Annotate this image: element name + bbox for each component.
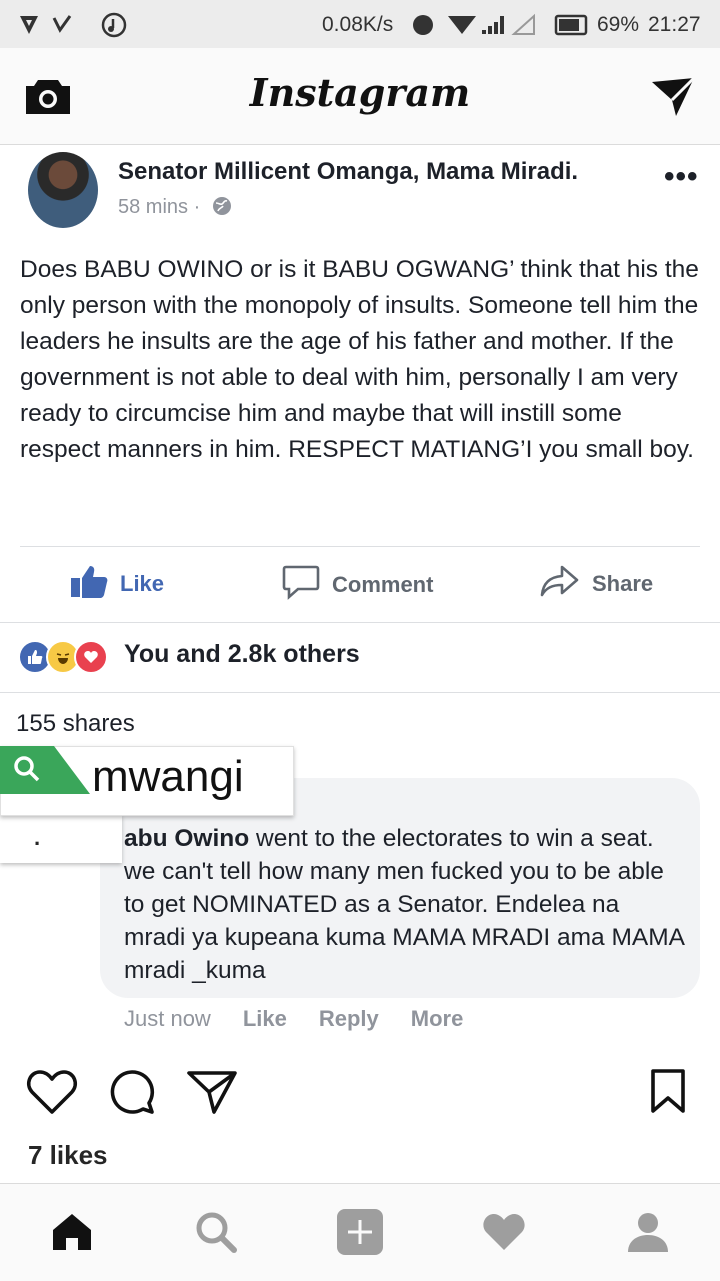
- nav-home-icon[interactable]: [48, 1208, 96, 1256]
- post-author-name: Senator Millicent Omanga, Mama Miradi.: [118, 158, 579, 185]
- reaction-icons: [18, 640, 108, 674]
- share-icon[interactable]: [186, 1068, 238, 1121]
- app-logo: Instagram: [249, 70, 471, 115]
- signal2-icon: [511, 13, 535, 35]
- author-avatar: [28, 152, 98, 228]
- status-right-icons: [410, 12, 590, 44]
- fb-comment-button: Comment: [282, 564, 433, 606]
- reactions-summary: You and 2.8k others: [124, 640, 360, 668]
- status-left-icons: [18, 12, 128, 44]
- direct-message-icon[interactable]: [650, 76, 696, 123]
- alarm-icon: [413, 15, 433, 35]
- app-header: Instagram: [0, 48, 720, 145]
- post-timestamp: 58 mins ·: [118, 196, 232, 222]
- fb-like-button: Like: [70, 564, 164, 604]
- clock: 21:27: [648, 13, 701, 36]
- comment-more: More: [410, 1006, 464, 1031]
- bookmark-icon[interactable]: [650, 1068, 686, 1121]
- nav-activity-icon[interactable]: [480, 1208, 528, 1256]
- nav-add-icon[interactable]: [336, 1208, 384, 1256]
- fb-comment-label: Comment: [332, 572, 434, 597]
- share-arrow-icon: [540, 564, 580, 604]
- globe-icon: [212, 196, 232, 222]
- fb-like-label: Like: [120, 571, 165, 596]
- nav-profile-icon[interactable]: [624, 1208, 672, 1256]
- signal-icon: [482, 16, 504, 34]
- more-options-icon: •••: [664, 160, 699, 193]
- fb-share-label: Share: [592, 571, 654, 596]
- notification-icons: [20, 12, 127, 38]
- thumbs-up-icon: [70, 564, 108, 604]
- overlay-panel: ·: [0, 815, 122, 863]
- heart-icon[interactable]: [26, 1068, 78, 1121]
- status-bar: 0.08K/s 69% 21:27: [0, 0, 720, 48]
- comment-icon[interactable]: [108, 1068, 156, 1121]
- fb-share-button: Share: [540, 564, 653, 604]
- wifi-icon: [448, 16, 476, 34]
- comment-meta: Just now Like Reply More: [124, 1006, 463, 1032]
- post-time: 58 mins ·: [118, 196, 201, 218]
- overlay-dot: ·: [34, 831, 42, 856]
- comment-time: Just now: [124, 1006, 211, 1031]
- search-icon: [12, 754, 42, 789]
- comment-like: Like: [242, 1006, 287, 1031]
- shares-count: 155 shares: [16, 710, 135, 737]
- divider: [0, 692, 720, 693]
- divider: [0, 622, 720, 623]
- network-speed: 0.08K/s: [322, 13, 394, 36]
- divider: [20, 546, 700, 547]
- overlay-search-word: mwangi: [92, 752, 244, 801]
- likes-count[interactable]: 7 likes: [28, 1140, 108, 1171]
- love-reaction-icon: [74, 640, 108, 674]
- post-actions-bar: [0, 1060, 720, 1180]
- battery-percent: 69%: [597, 13, 640, 36]
- comment-bubble-icon: [282, 564, 320, 606]
- comment-text: abu Owino went to the electorates to win…: [124, 822, 684, 987]
- comment-author: abu Owino: [124, 825, 250, 852]
- post-body-text: Does BABU OWINO or is it BABU OGWANG’ th…: [20, 256, 699, 463]
- comment-reply: Reply: [318, 1006, 379, 1031]
- nav-search-icon[interactable]: [192, 1208, 240, 1256]
